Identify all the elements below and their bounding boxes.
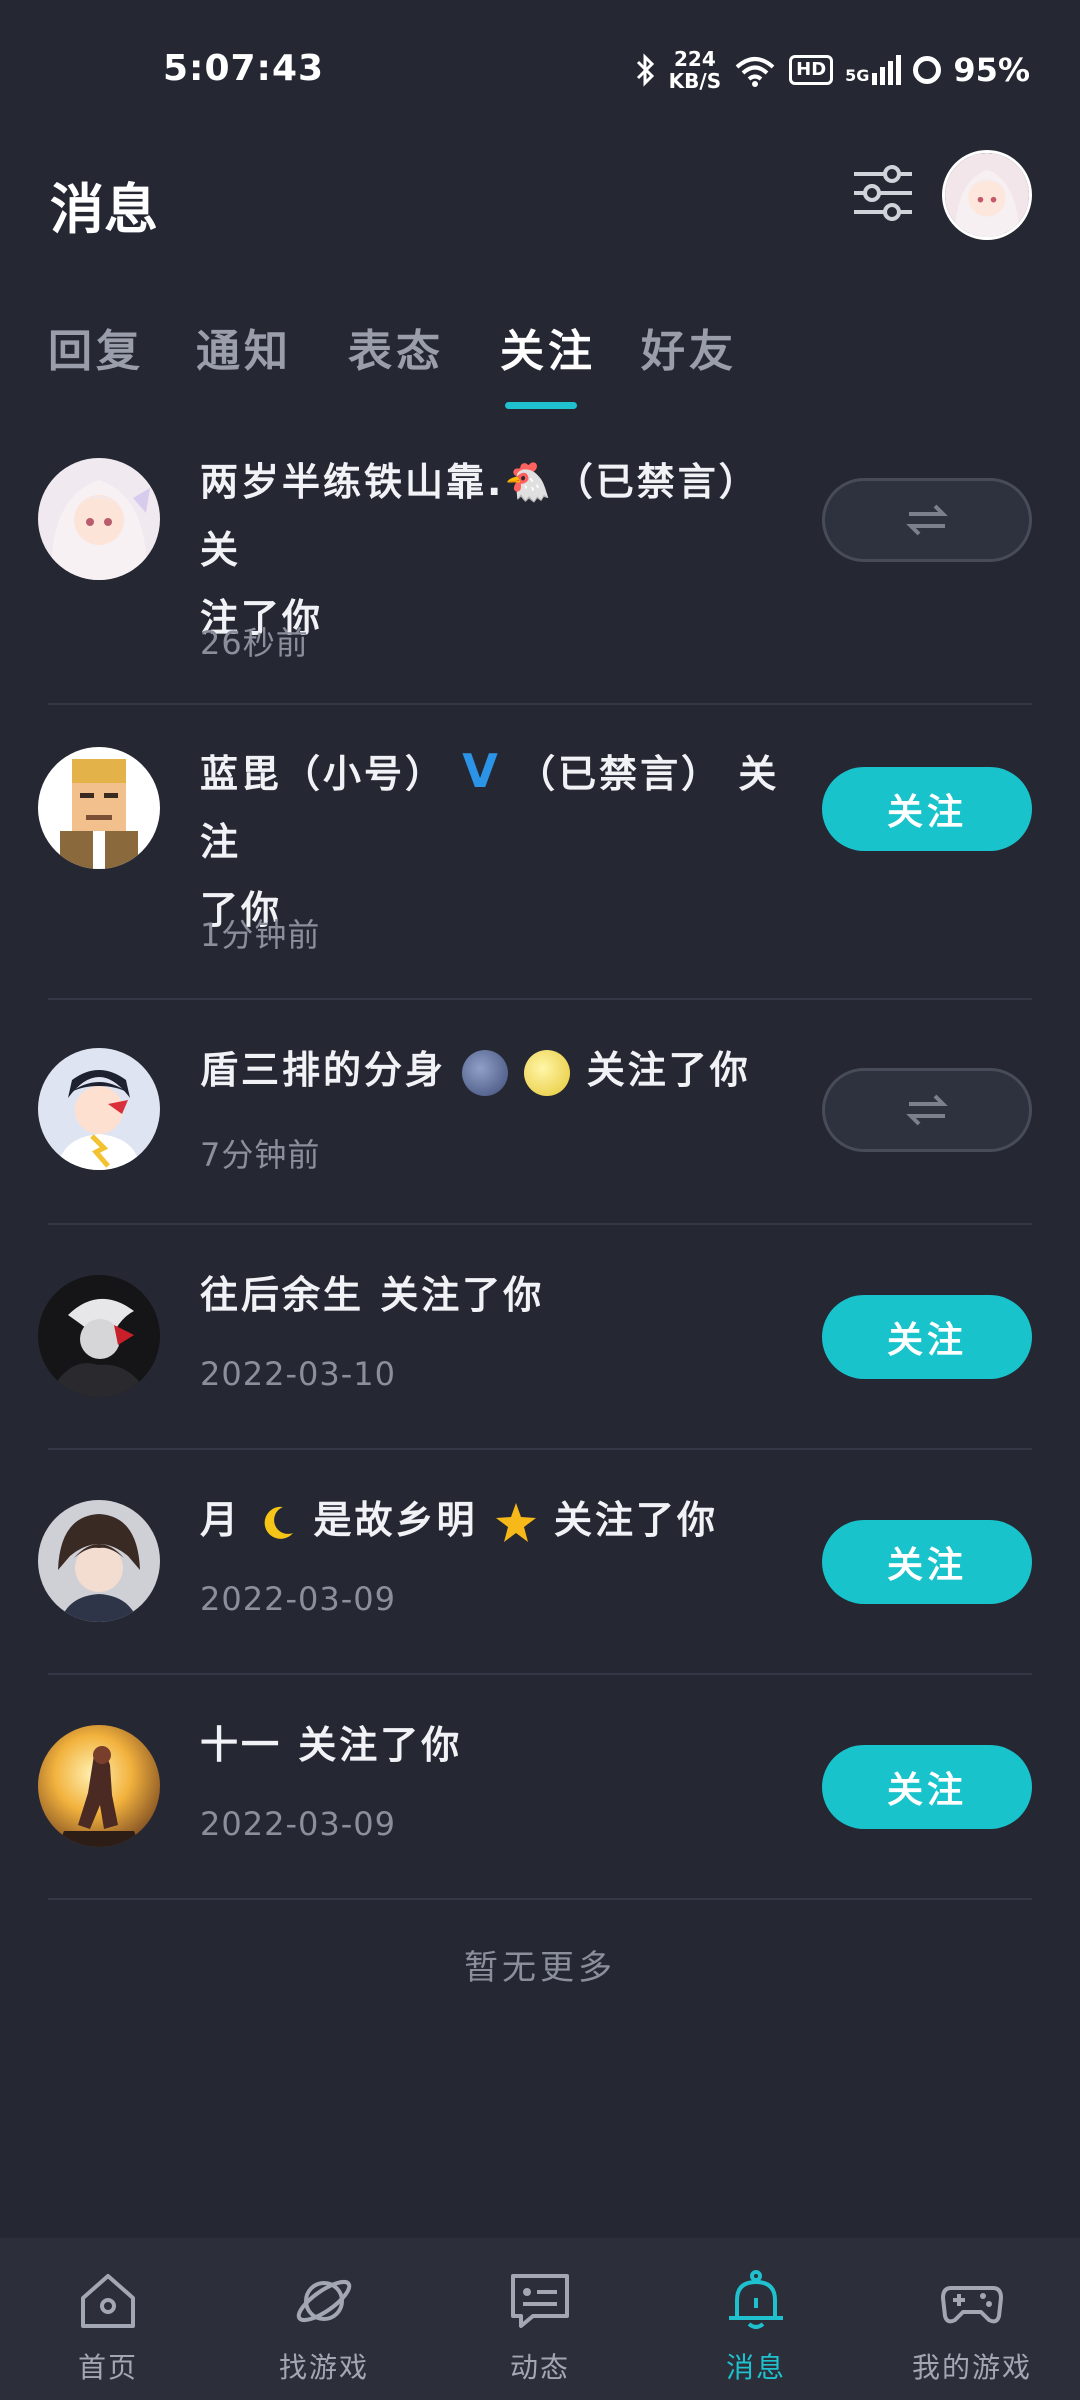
notification-text: 月 是故乡明 关注了你 <box>200 1486 810 1554</box>
notification-time: 2022-03-09 <box>200 1805 396 1843</box>
nav-label: 消息 <box>725 2351 786 2384</box>
header: 消息 <box>0 130 1080 260</box>
battery-icon <box>913 56 942 84</box>
list-item[interactable]: 蓝毘（小号） V （已禁言） 关注 了你 1分钟前 关注 <box>0 705 1080 1000</box>
follow-button[interactable]: 关注 <box>822 767 1032 851</box>
cell-signal-icon: 5G <box>845 55 902 85</box>
avatar[interactable] <box>38 1048 160 1170</box>
user-avatar[interactable] <box>942 150 1032 240</box>
notification-line: 往后余生 关注了你 <box>200 1273 545 1317</box>
glowing-star-icon <box>495 1502 536 1542</box>
notification-line: 两岁半练铁山靠.🐔（已禁言） 关 <box>200 460 760 572</box>
tab-friends[interactable]: 好友 <box>641 315 737 379</box>
planet-icon <box>296 2279 352 2323</box>
notification-line: 蓝毘（小号） V （已禁言） 关注 <box>200 737 810 876</box>
no-more-text: 暂无更多 <box>464 1948 616 1988</box>
follow-button[interactable]: 关注 <box>822 1745 1032 1829</box>
status-bar: 5:07:43 224 KB/S HD 5G 95% <box>0 0 1080 130</box>
full-moon-face-icon <box>524 1049 571 1096</box>
nav-label: 动态 <box>509 2351 570 2384</box>
user-name[interactable]: 盾三排的分身 <box>200 1048 446 1092</box>
avatar[interactable] <box>38 1725 160 1847</box>
notification-time: 26秒前 <box>200 624 309 662</box>
notification-time: 2022-03-10 <box>200 1355 396 1393</box>
status-icons: 224 KB/S HD 5G 95% <box>635 48 1030 92</box>
gamepad-icon <box>941 2286 1003 2324</box>
swap-arrows-icon <box>906 1094 948 1126</box>
divider <box>48 1898 1032 1900</box>
net-speed-value: 224 <box>674 47 716 71</box>
tab-reply[interactable]: 回复 <box>48 315 144 379</box>
mutual-follow-button[interactable] <box>822 1068 1032 1152</box>
nav-find-games[interactable]: 找游戏 <box>216 2238 432 2400</box>
list-item[interactable]: 月 是故乡明 关注了你 2022-03-09 关注 <box>0 1450 1080 1675</box>
notification-time: 2022-03-09 <box>200 1580 396 1618</box>
hd-badge: HD <box>789 55 834 85</box>
notification-text: 盾三排的分身 关注了你 <box>200 1036 810 1104</box>
crescent-moon-icon <box>264 1506 294 1539</box>
avatar[interactable] <box>38 747 160 869</box>
nav-label: 我的游戏 <box>911 2351 1032 2384</box>
feed-icon <box>511 2274 569 2328</box>
message-tabs: 回复 通知 表态 关注 好友 <box>0 300 1080 420</box>
nav-messages[interactable]: 消息 <box>648 2238 864 2400</box>
notification-rest: 关注了你 <box>586 1048 751 1092</box>
net-speed-unit: KB/S <box>668 69 722 93</box>
user-name[interactable]: 月 <box>200 1498 241 1542</box>
battery-level: 95% <box>953 51 1030 89</box>
sliders-icon[interactable] <box>850 160 916 226</box>
list-item[interactable]: 盾三排的分身 关注了你 7分钟前 <box>0 1000 1080 1225</box>
mutual-follow-button[interactable] <box>822 478 1032 562</box>
list-item[interactable]: 两岁半练铁山靠.🐔（已禁言） 关 注了你 26秒前 <box>0 420 1080 705</box>
nav-home[interactable]: 首页 <box>0 2238 216 2400</box>
notification-text: 十一 关注了你 <box>200 1711 810 1779</box>
nav-label: 首页 <box>77 2351 138 2384</box>
bottom-nav: 首页 找游戏 动态 消息 我的游戏 <box>0 2238 1080 2400</box>
swap-arrows-icon <box>906 504 948 536</box>
new-moon-face-icon <box>462 1049 509 1096</box>
signal-type: 5G <box>845 66 870 85</box>
avatar[interactable] <box>38 1275 160 1397</box>
user-name[interactable]: 是故乡明 <box>313 1498 477 1542</box>
bluetooth-icon <box>636 53 654 87</box>
tab-reaction[interactable]: 表态 <box>348 315 444 379</box>
verified-v-icon: V <box>462 744 501 798</box>
follow-button[interactable]: 关注 <box>822 1520 1032 1604</box>
tab-follow[interactable]: 关注 <box>500 315 596 379</box>
home-icon <box>81 2274 135 2328</box>
follow-button[interactable]: 关注 <box>822 1295 1032 1379</box>
notification-line: 盾三排的分身 关注了你 <box>200 1036 810 1104</box>
bell-icon <box>729 2270 783 2329</box>
user-name[interactable]: 蓝毘（小号） <box>200 752 446 796</box>
nav-feed[interactable]: 动态 <box>432 2238 648 2400</box>
notification-rest: 关注了你 <box>553 1498 718 1542</box>
notification-time: 7分钟前 <box>200 1136 321 1174</box>
nav-label: 找游戏 <box>278 2351 369 2384</box>
tab-indicator <box>505 402 577 409</box>
list-item[interactable]: 往后余生 关注了你 2022-03-10 关注 <box>0 1225 1080 1450</box>
wifi-icon <box>735 57 775 87</box>
notification-line: 月 是故乡明 关注了你 <box>200 1486 810 1554</box>
notification-time: 1分钟前 <box>200 916 321 954</box>
page-title: 消息 <box>50 178 158 241</box>
notification-text: 往后余生 关注了你 <box>200 1261 810 1329</box>
status-time: 5:07:43 <box>163 48 325 89</box>
nav-my-games[interactable]: 我的游戏 <box>864 2238 1080 2400</box>
notification-line: 十一 关注了你 <box>200 1723 463 1767</box>
avatar[interactable] <box>38 1500 160 1622</box>
net-speed: 224 KB/S <box>669 48 721 92</box>
list-item[interactable]: 十一 关注了你 2022-03-09 关注 <box>0 1675 1080 1900</box>
tab-notification[interactable]: 通知 <box>196 315 292 379</box>
follow-notification-list: 两岁半练铁山靠.🐔（已禁言） 关 注了你 26秒前 蓝毘（小号） V （已禁言）… <box>0 420 1080 1900</box>
avatar[interactable] <box>38 458 160 580</box>
